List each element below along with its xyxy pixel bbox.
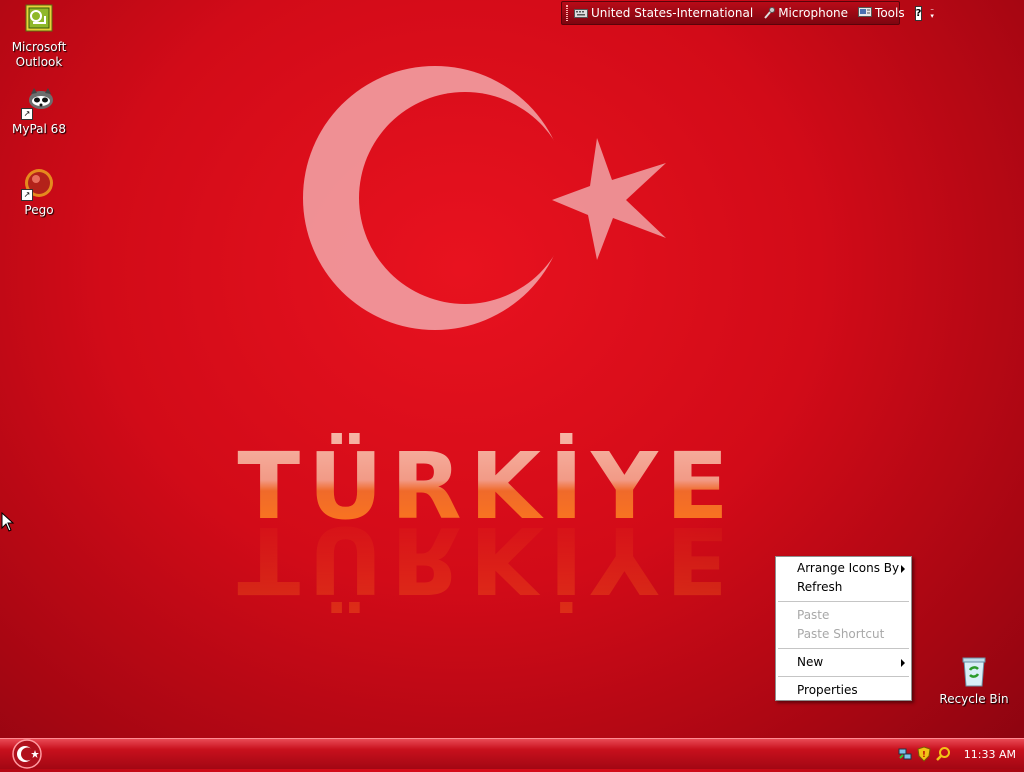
- system-tray: ! 11:33 AM: [889, 739, 1024, 769]
- menu-item-label: Refresh: [797, 580, 843, 594]
- tools-button[interactable]: Tools: [858, 6, 905, 20]
- svg-text:!: !: [922, 750, 926, 759]
- security-shield-icon[interactable]: !: [916, 746, 932, 762]
- menu-item-label: Paste Shortcut: [797, 627, 885, 641]
- language-bar-grip[interactable]: [566, 5, 568, 21]
- menu-item-paste: Paste: [776, 606, 911, 625]
- menu-item-label: New: [797, 655, 824, 669]
- desktop-icon-label: Recycle Bin: [939, 692, 1009, 706]
- tools-label: Tools: [875, 6, 905, 20]
- menu-item-label: Properties: [797, 683, 858, 697]
- desktop-icon-label: MyPal 68: [12, 122, 66, 136]
- keyboard-icon: [574, 9, 588, 18]
- desktop-icon-pego[interactable]: ↗ Pego: [1, 167, 77, 218]
- microphone-label: Microphone: [778, 6, 849, 20]
- start-orb-icon: [12, 739, 42, 769]
- menu-item-label: Paste: [797, 608, 830, 622]
- tools-icon: [858, 7, 873, 17]
- submenu-arrow-icon: [901, 659, 905, 667]
- help-button[interactable]: ?: [914, 5, 923, 21]
- search-icon[interactable]: [935, 746, 951, 762]
- desktop-icon-label: Microsoft: [11, 40, 67, 54]
- submenu-arrow-icon: [901, 565, 905, 573]
- mypal-icon: ↗: [21, 86, 55, 120]
- menu-item-new[interactable]: New: [776, 653, 911, 672]
- menu-item-properties[interactable]: Properties: [776, 681, 911, 700]
- menu-item-paste-shortcut: Paste Shortcut: [776, 625, 911, 644]
- taskbar[interactable]: ! 11:33 AM: [0, 738, 1024, 769]
- desktop-icon-outlook[interactable]: Microsoft Outlook: [1, 4, 77, 70]
- menu-item-arrange-icons-by[interactable]: Arrange Icons By: [776, 559, 911, 578]
- menu-separator: [778, 648, 909, 649]
- desktop-icon-label: Pego: [24, 203, 54, 217]
- recycle-bin-icon: [958, 656, 990, 688]
- desktop[interactable]: TÜRKİYE TÜRKİYE Microsoft Outlook ↗ MyPa…: [0, 0, 1024, 738]
- langbar-minimize-icon[interactable]: – ▾: [930, 6, 934, 20]
- start-button[interactable]: [8, 739, 46, 769]
- wallpaper-text-reflection: TÜRKİYE: [237, 506, 736, 615]
- network-icon[interactable]: [897, 746, 913, 762]
- menu-separator: [778, 676, 909, 677]
- shortcut-arrow-icon: ↗: [21, 189, 33, 201]
- language-label: United States-International: [591, 6, 754, 20]
- microphone-button[interactable]: Microphone: [763, 6, 848, 20]
- menu-item-label: Arrange Icons By: [797, 561, 900, 575]
- clock[interactable]: 11:33 AM: [964, 748, 1016, 761]
- desktop-icon-recycle-bin[interactable]: Recycle Bin: [936, 656, 1012, 707]
- language-bar[interactable]: United States-International Microphone T…: [561, 1, 934, 25]
- pego-icon: ↗: [21, 167, 55, 201]
- desktop-icon-label: Outlook: [15, 55, 63, 69]
- microphone-icon: [764, 7, 776, 19]
- menu-item-refresh[interactable]: Refresh: [776, 578, 911, 597]
- desktop-icon-mypal[interactable]: ↗ MyPal 68: [1, 86, 77, 137]
- desktop-context-menu[interactable]: Arrange Icons By Refresh Paste Paste Sho…: [775, 556, 912, 701]
- menu-separator: [778, 601, 909, 602]
- language-selector[interactable]: United States-International: [574, 6, 753, 20]
- shortcut-arrow-icon: ↗: [21, 108, 33, 120]
- outlook-icon: [23, 4, 55, 36]
- mouse-cursor-icon: [1, 512, 15, 532]
